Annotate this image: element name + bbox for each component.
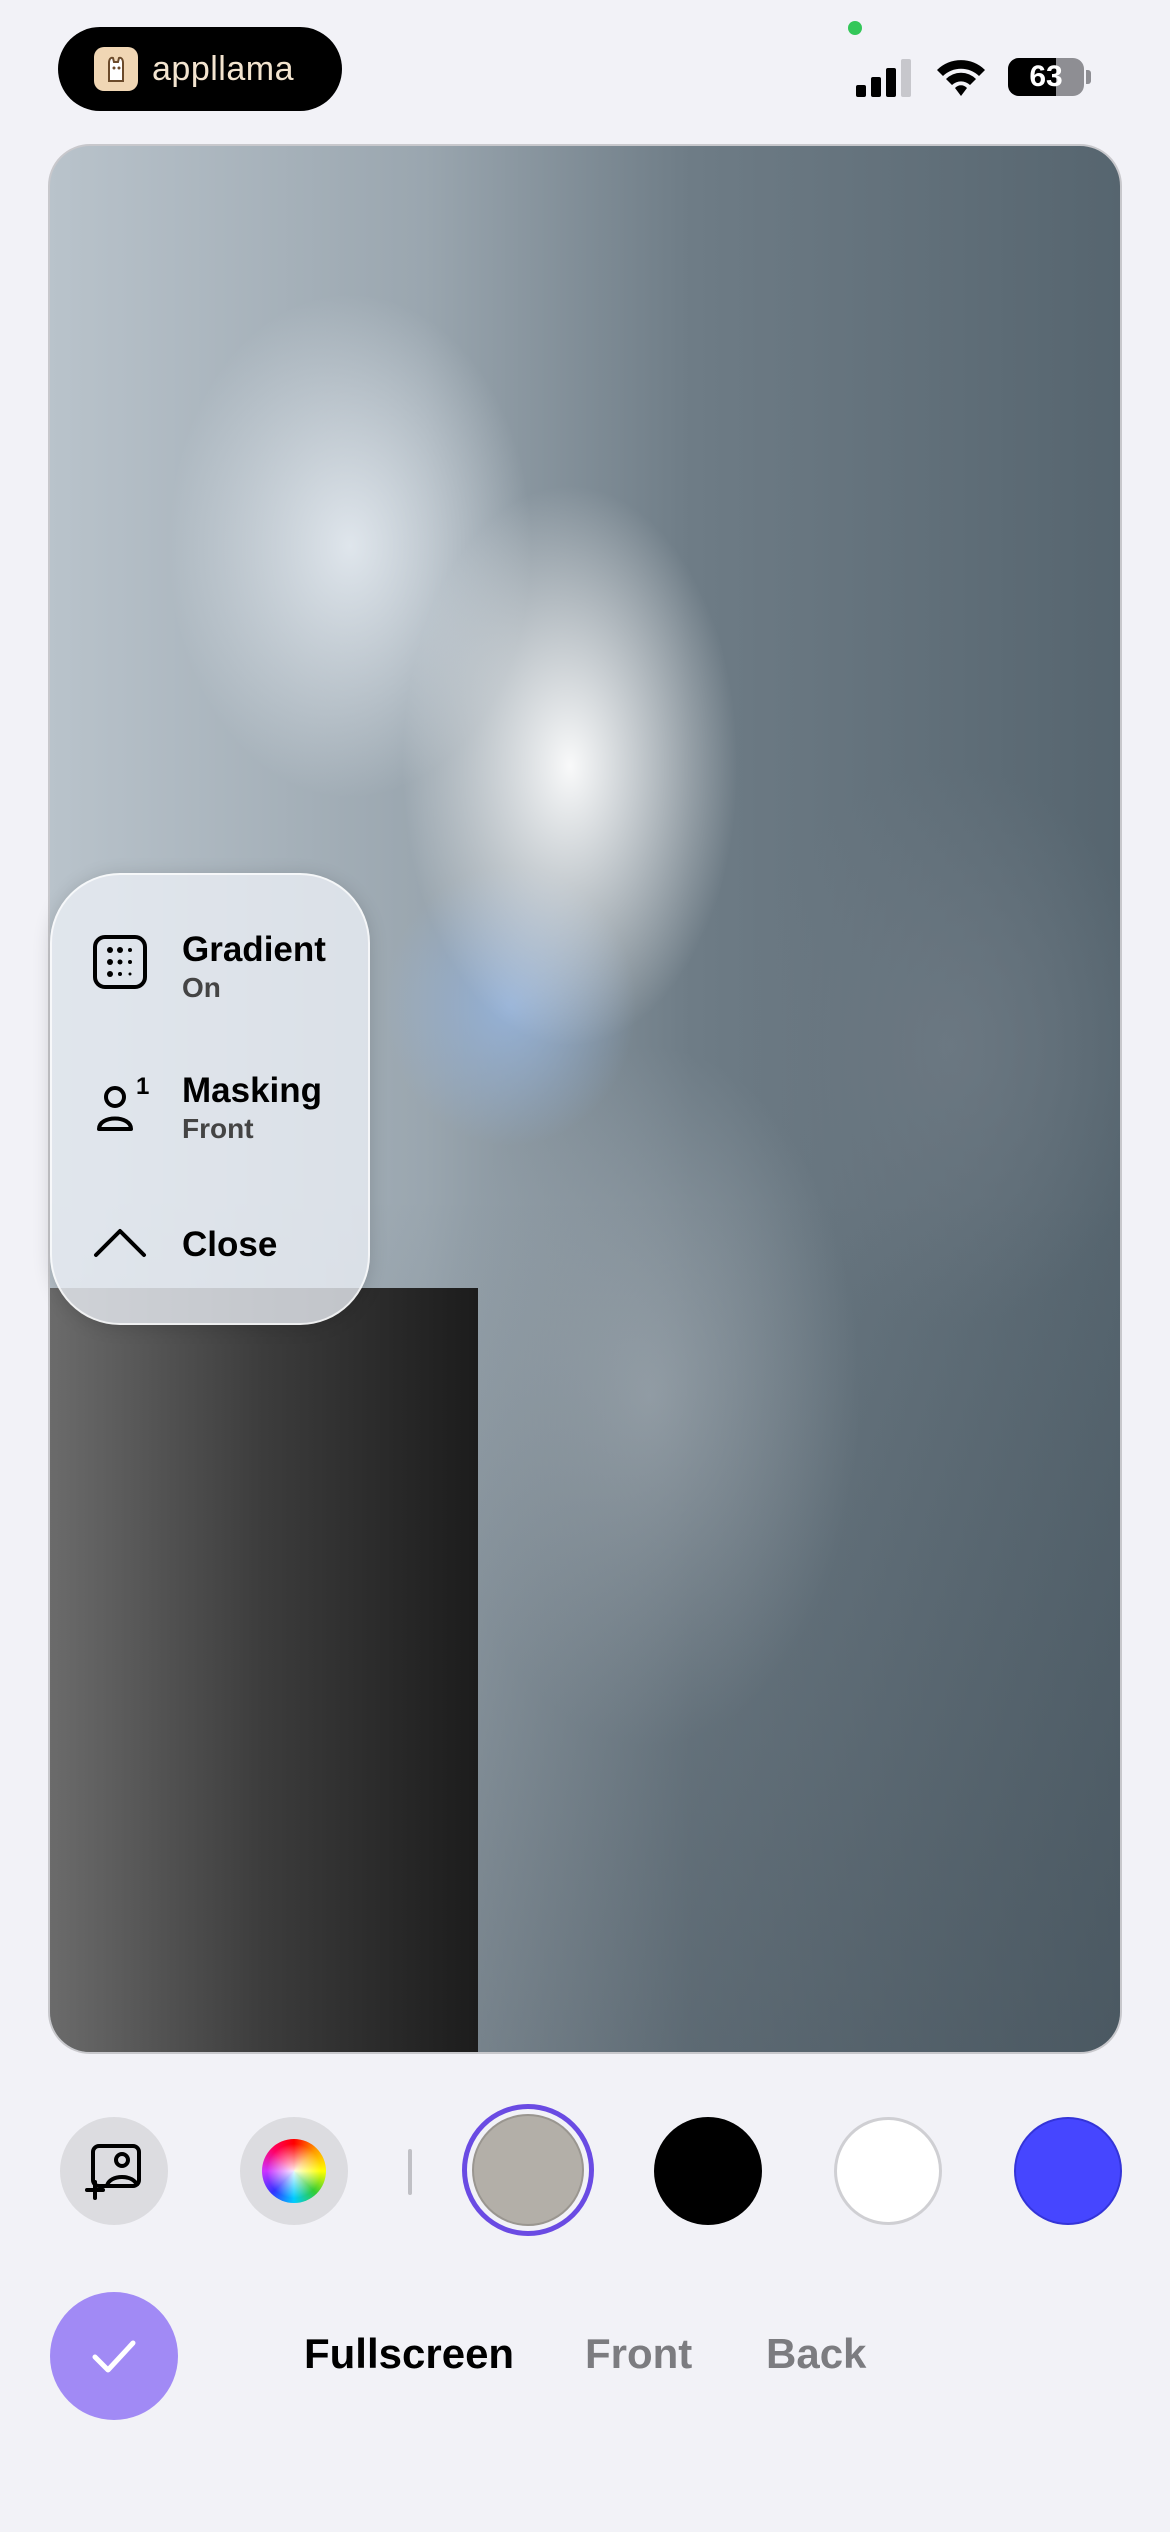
battery-percent: 63: [1029, 60, 1063, 93]
masking-badge: 1: [136, 1073, 150, 1100]
tab-fullscreen[interactable]: Fullscreen: [304, 2330, 514, 2378]
camera-indicator-icon: [848, 21, 862, 35]
menu-item-gradient[interactable]: Gradient On: [52, 912, 372, 1012]
app-pill[interactable]: appllama: [58, 27, 342, 111]
checkmark-icon: [92, 2340, 136, 2373]
battery-indicator: 63: [1008, 58, 1084, 96]
gradient-block: [50, 1288, 478, 2052]
app-name: appllama: [152, 49, 294, 88]
swatch-white[interactable]: [834, 2117, 942, 2225]
swatch-gray-fill: [472, 2114, 584, 2226]
gradient-dots-icon: [93, 935, 147, 989]
app-logo-icon: [94, 47, 138, 91]
gradient-value: On: [182, 972, 221, 1003]
menu-item-masking[interactable]: 1 Masking Front: [52, 1057, 372, 1157]
color-wheel-icon: [262, 2139, 326, 2203]
masking-title: Masking: [182, 1071, 323, 1110]
wifi-icon: [937, 60, 985, 96]
add-photo-button[interactable]: [60, 2117, 168, 2225]
tab-front[interactable]: Front: [585, 2330, 692, 2378]
color-wheel-button[interactable]: [240, 2117, 348, 2225]
menu-item-close[interactable]: Close: [52, 1195, 372, 1295]
tab-back[interactable]: Back: [766, 2330, 866, 2378]
swatch-blue[interactable]: [1014, 2117, 1122, 2225]
close-label: Close: [182, 1225, 278, 1264]
divider: [408, 2149, 412, 2195]
chevron-up-icon: [94, 1229, 146, 1257]
cellular-signal-icon: [856, 59, 911, 97]
confirm-button[interactable]: [50, 2292, 178, 2420]
battery-tip: [1086, 70, 1091, 84]
add-photo-icon: [85, 2144, 141, 2200]
swatch-gray[interactable]: [462, 2104, 594, 2236]
masking-value: Front: [182, 1113, 254, 1144]
gradient-title: Gradient: [182, 930, 326, 969]
options-menu: Gradient On 1 Masking Front Close: [50, 873, 370, 1325]
swatch-black[interactable]: [654, 2117, 762, 2225]
